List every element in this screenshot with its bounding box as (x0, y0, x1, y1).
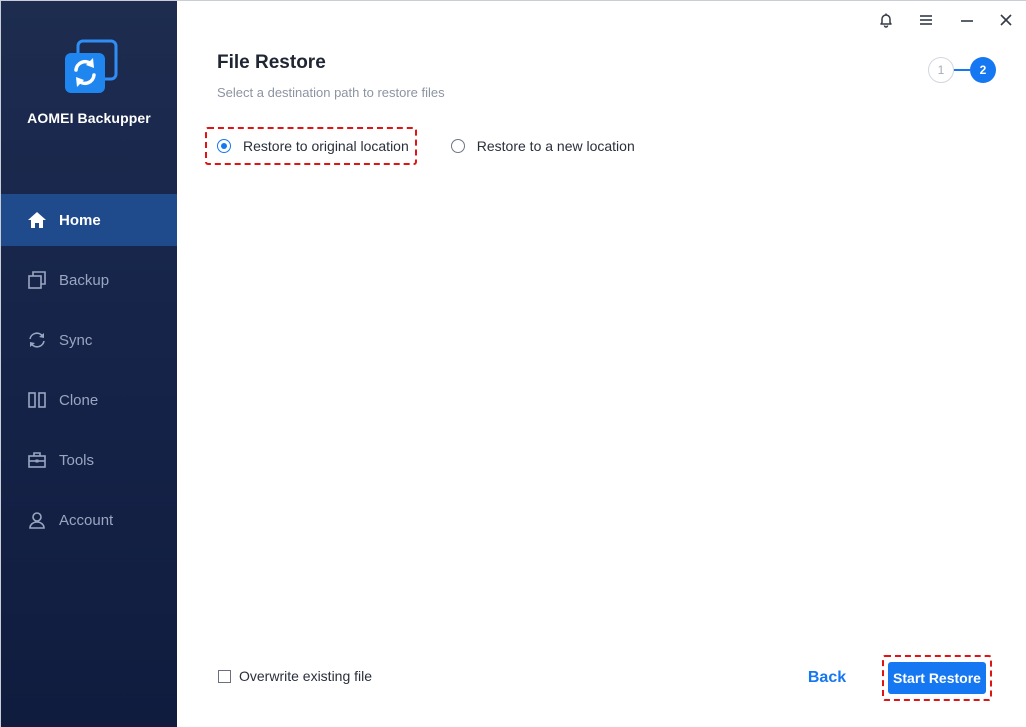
sidebar-item-label: Backup (59, 271, 110, 289)
sidebar-item-label: Tools (59, 451, 95, 469)
start-restore-highlight: Start Restore (882, 655, 992, 701)
step-1: 1 (928, 57, 954, 83)
overwrite-label: Overwrite existing file (239, 668, 373, 684)
overwrite-option[interactable]: Overwrite existing file (218, 668, 372, 684)
menu-icon[interactable] (915, 9, 937, 31)
radio-checked[interactable] (217, 139, 231, 153)
restore-new-location-option[interactable]: Restore to a new location (450, 127, 635, 165)
minimize-icon[interactable] (956, 9, 978, 31)
sidebar-item-sync[interactable]: Sync (1, 314, 177, 366)
sidebar-nav: Home Backup Sync Clone Tools Account (1, 194, 177, 554)
step-2-current: 2 (970, 57, 996, 83)
sidebar-item-home[interactable]: Home (1, 194, 177, 246)
step-connector (954, 69, 970, 71)
restore-original-option[interactable]: Restore to original location (205, 127, 417, 165)
overwrite-checkbox[interactable] (218, 669, 231, 683)
sidebar-item-account[interactable]: Account (1, 494, 177, 546)
sidebar: AOMEI Backupper Home Backup Sync Clone T… (1, 1, 177, 727)
clone-icon (27, 390, 47, 410)
sidebar-item-label: Sync (59, 331, 93, 349)
tools-icon (27, 450, 47, 470)
page-title: File Restore (217, 52, 326, 73)
back-button[interactable]: Back (797, 665, 857, 691)
restore-new-location-label: Restore to a new location (476, 138, 635, 154)
account-icon (27, 510, 47, 530)
sidebar-item-label: Clone (59, 391, 99, 409)
radio-unchecked[interactable] (450, 139, 465, 153)
home-icon (27, 210, 47, 230)
start-restore-button[interactable]: Start Restore (888, 662, 986, 694)
page-subtitle: Select a destination path to restore fil… (217, 85, 445, 100)
sidebar-item-label: Home (59, 211, 101, 229)
restore-location-options: Restore to original location Restore to … (205, 127, 635, 165)
close-icon[interactable] (995, 9, 1017, 31)
main-panel: File Restore Select a destination path t… (177, 1, 1026, 727)
step-indicator: 1 2 (928, 57, 998, 85)
app-brand-name: AOMEI Backupper (27, 110, 151, 126)
sidebar-item-label: Account (59, 511, 114, 529)
sidebar-item-backup[interactable]: Backup (1, 254, 177, 306)
bell-icon[interactable] (875, 9, 897, 31)
restore-original-label: Restore to original location (243, 138, 409, 154)
app-window: AOMEI Backupper Home Backup Sync Clone T… (0, 0, 1026, 727)
app-logo-icon (62, 39, 120, 97)
sidebar-item-clone[interactable]: Clone (1, 374, 177, 426)
sync-icon (27, 330, 47, 350)
sidebar-item-tools[interactable]: Tools (1, 434, 177, 486)
backup-icon (27, 270, 47, 290)
